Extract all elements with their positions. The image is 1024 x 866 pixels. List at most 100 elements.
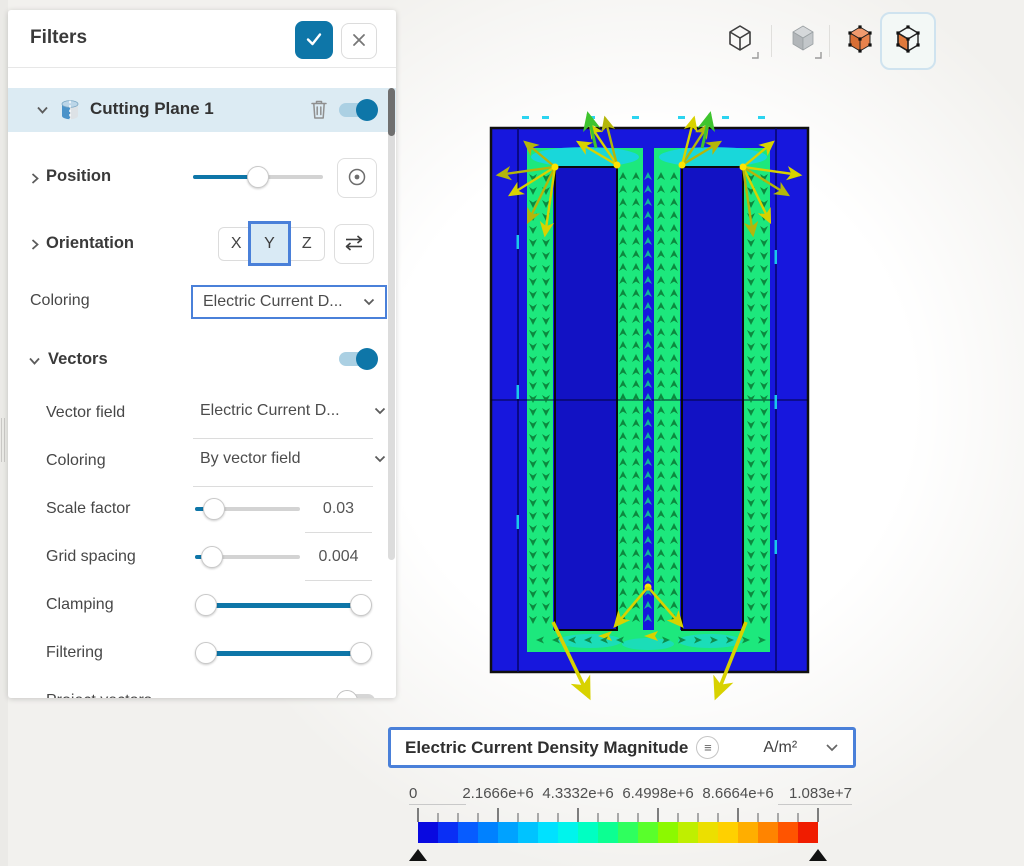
colorbar-segment — [518, 822, 538, 843]
colorbar-segment — [758, 822, 778, 843]
slider-handle[interactable] — [201, 546, 223, 568]
filter-name: Cutting Plane 1 — [90, 99, 214, 119]
toolbar-separator — [771, 25, 772, 57]
filter-enabled-toggle[interactable] — [339, 103, 375, 117]
project-vectors-label: Project vectors — [46, 692, 152, 698]
project-vectors-toggle[interactable] — [339, 694, 375, 698]
colorbar-gradient — [418, 822, 818, 843]
delete-filter-button trash-icon[interactable] — [310, 99, 328, 120]
panel-resize-strip[interactable] — [0, 0, 8, 866]
grid-spacing-value[interactable]: 0.004 — [305, 548, 372, 566]
colorbar-tick — [557, 813, 559, 822]
legend-title: Electric Current Density Magnitude — [405, 738, 688, 758]
colorbar-tick — [417, 808, 419, 822]
vector-field-dropdown[interactable]: Electric Current D... — [200, 402, 386, 420]
vectors-enabled-toggle[interactable] — [339, 352, 375, 366]
coloring-dropdown[interactable]: Electric Current D... — [191, 285, 387, 319]
vectors-coloring-label: Coloring — [46, 452, 106, 470]
legend-menu-icon[interactable]: ≡ — [696, 736, 719, 759]
wireframe-cube-view-button[interactable] — [717, 18, 763, 64]
panel-title: Filters — [30, 27, 87, 49]
colorbar-segment — [598, 822, 618, 843]
chevron-down-icon[interactable] — [825, 743, 839, 752]
colorbar-tick-labels: 02.1666e+64.3332e+66.4998e+68.6664e+61.0… — [418, 785, 818, 802]
colorbar-segment — [778, 822, 798, 843]
colorbar-tick-label: 2.1666e+6 — [462, 785, 533, 802]
chevron-right-icon[interactable] — [30, 238, 40, 251]
chevron-right-icon[interactable] — [30, 172, 40, 185]
close-filters-button[interactable] — [341, 23, 377, 59]
apply-filters-button[interactable] — [295, 21, 333, 59]
axis-z-button[interactable]: Z — [290, 228, 324, 260]
solid-cube-icon — [783, 19, 823, 61]
legend-title-bar[interactable]: Electric Current Density Magnitude ≡ A/m… — [388, 727, 856, 768]
panel-header: Filters — [8, 10, 396, 68]
solid-cube-view-button[interactable] — [780, 18, 826, 64]
coloring-label: Coloring — [30, 292, 90, 310]
orange-cube-icon — [840, 19, 880, 61]
colorbar-tick — [757, 813, 759, 822]
close-icon — [351, 32, 367, 48]
legend-min-value[interactable]: 0 — [409, 785, 417, 802]
colorbar: 02.1666e+64.3332e+66.4998e+68.6664e+61.0… — [418, 785, 818, 843]
slider-min-handle[interactable] — [195, 594, 217, 616]
scale-factor-value[interactable]: 0.03 — [305, 500, 372, 518]
slider-handle[interactable] — [247, 166, 269, 188]
surface-cube-view-button[interactable] — [837, 18, 883, 64]
colorbar-segment — [538, 822, 558, 843]
colorbar-segment — [458, 822, 478, 843]
colorbar-segment — [418, 822, 438, 843]
divider — [305, 580, 372, 581]
filtering-row: Filtering — [8, 638, 396, 670]
slider-max-handle[interactable] — [350, 642, 372, 664]
drag-handle-icon[interactable] — [1, 418, 7, 462]
chevron-down-icon[interactable] — [36, 105, 49, 115]
panel-scrollbar[interactable] — [388, 88, 395, 560]
position-slider[interactable] — [193, 166, 323, 188]
target-icon — [346, 166, 368, 188]
colorbar-segment — [638, 822, 658, 843]
simulation-viewport[interactable] — [470, 95, 830, 710]
grid-spacing-label: Grid spacing — [46, 548, 136, 566]
colorbar-tick — [517, 813, 519, 822]
scrollbar-thumb[interactable] — [388, 88, 395, 136]
legend-max-value[interactable]: 1.083e+7 — [789, 785, 852, 802]
colorbar-segment — [658, 822, 678, 843]
colorbar-ticks — [418, 805, 818, 822]
chevron-down-icon[interactable] — [28, 356, 41, 366]
colorbar-tick — [797, 813, 799, 822]
wireframe-cube-icon — [720, 19, 760, 61]
colorbar-segment — [678, 822, 698, 843]
position-pick-center-button[interactable] — [337, 158, 377, 198]
grid-spacing-slider[interactable] — [195, 546, 300, 568]
filtering-range-slider[interactable] — [195, 642, 372, 664]
slider-fill — [205, 651, 362, 656]
colorbar-segment — [698, 822, 718, 843]
colorbar-segment — [558, 822, 578, 843]
slider-min-handle[interactable] — [195, 642, 217, 664]
axis-y-button-selected[interactable]: Y — [248, 221, 291, 266]
colorbar-min-marker[interactable] — [409, 849, 427, 861]
colorbar-tick — [617, 813, 619, 822]
filters-panel: Filters Cutting Pla — [8, 10, 396, 698]
app-screen: Filters Cutting Pla — [0, 0, 1024, 866]
slider-max-handle[interactable] — [350, 594, 372, 616]
vectors-label: Vectors — [48, 350, 108, 369]
vectors-coloring-dropdown[interactable]: By vector field — [200, 450, 386, 468]
vectors-row: Vectors — [8, 345, 396, 377]
cutting-plane-row[interactable]: Cutting Plane 1 — [8, 88, 396, 132]
chevron-down-icon — [374, 455, 386, 463]
cutaway-cube-view-button-selected[interactable] — [880, 12, 936, 70]
colorbar-tick-label: 4.3332e+6 — [542, 785, 613, 802]
divider — [193, 438, 373, 439]
clamping-range-slider[interactable] — [195, 594, 372, 616]
slider-handle[interactable] — [203, 498, 225, 520]
colorbar-tick — [497, 808, 499, 822]
colorbar-tick-label: 8.6664e+6 — [702, 785, 773, 802]
colorbar-tick — [657, 808, 659, 822]
colorbar-max-marker[interactable] — [809, 849, 827, 861]
flip-orientation-button[interactable] — [334, 224, 374, 264]
scale-factor-label: Scale factor — [46, 500, 130, 518]
colorbar-tick — [437, 813, 439, 822]
scale-factor-slider[interactable] — [195, 498, 300, 520]
